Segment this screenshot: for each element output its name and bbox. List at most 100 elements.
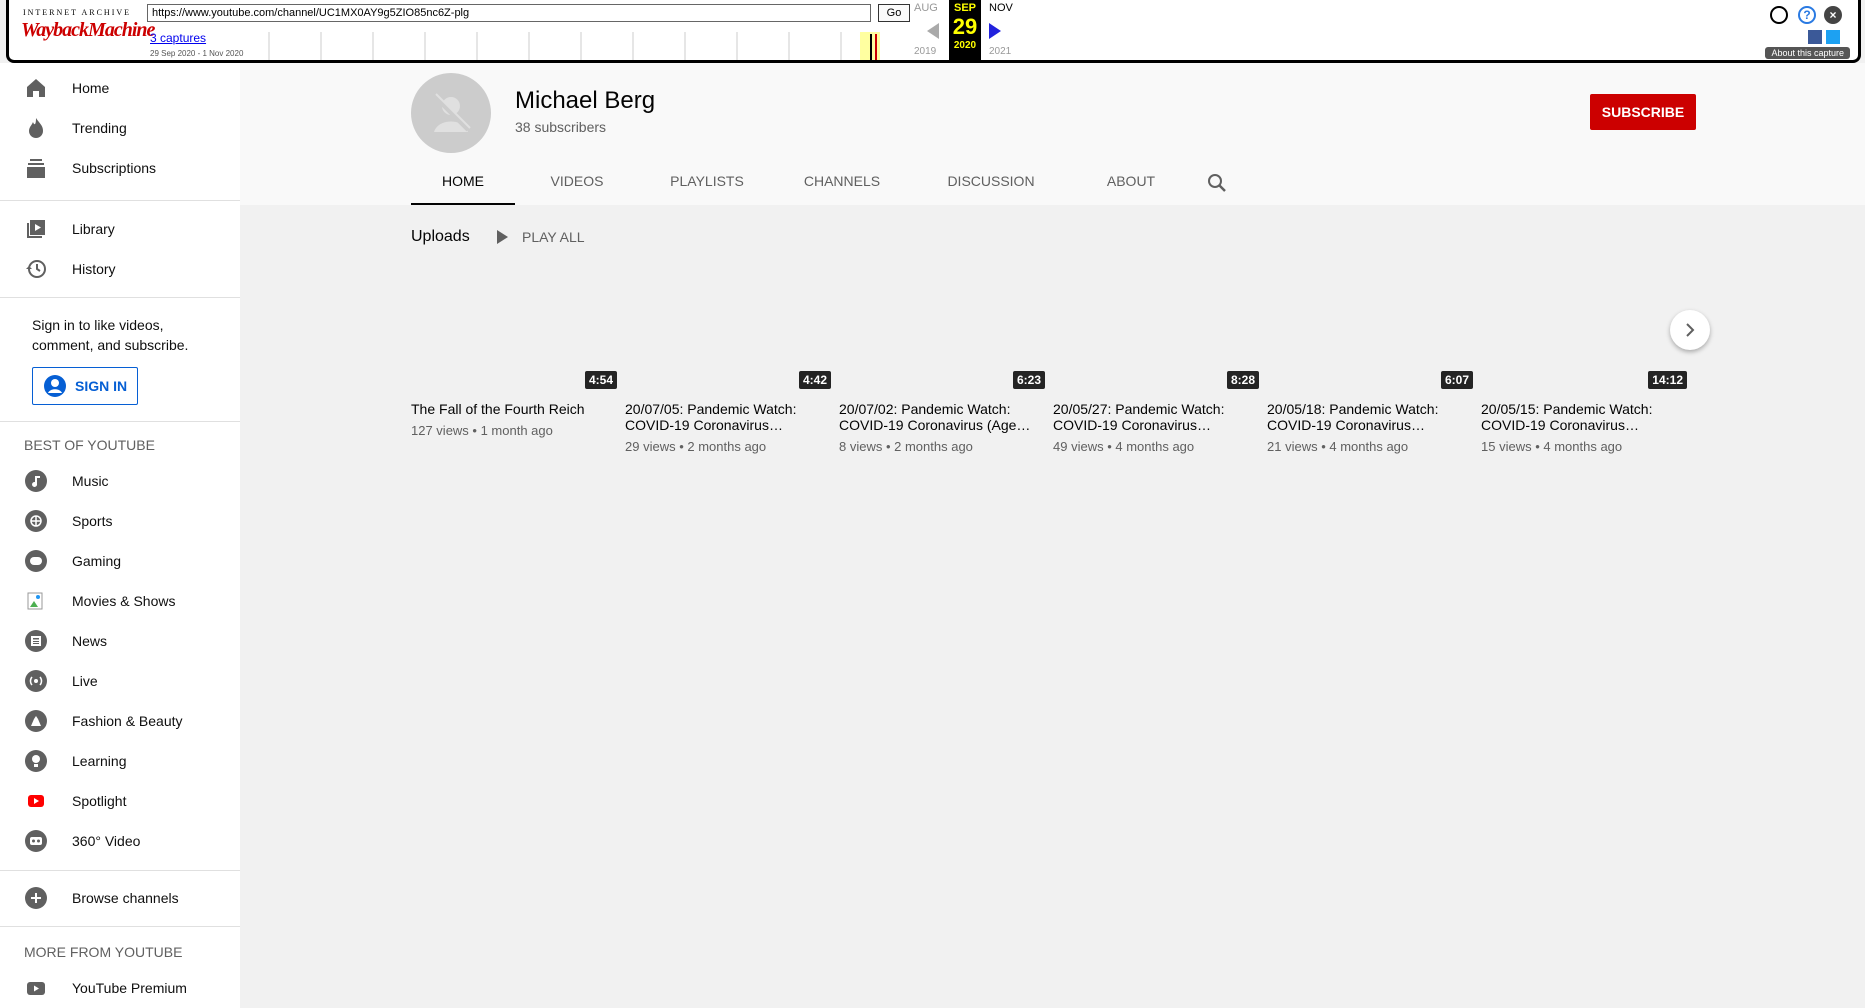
- play-all-button[interactable]: PLAY ALL: [497, 229, 585, 245]
- best-of-youtube-heading: BEST OF YOUTUBE: [24, 437, 155, 453]
- sidebar-item-library[interactable]: Library: [0, 209, 240, 249]
- shelf-next-button[interactable]: [1670, 310, 1710, 350]
- video-thumbnail[interactable]: 6:23: [839, 275, 1049, 393]
- tab-home[interactable]: HOME: [411, 165, 515, 205]
- video-thumbnail[interactable]: 4:54: [411, 275, 621, 393]
- sidebar-item-label: Live: [72, 673, 98, 689]
- sidebar-item-music[interactable]: Music: [0, 461, 240, 501]
- video-age: 4 months ago: [1115, 439, 1195, 454]
- wayback-next-year[interactable]: 2021: [989, 46, 1011, 57]
- tab-playlists[interactable]: PLAYLISTS: [658, 165, 756, 205]
- video-card[interactable]: 6:07 20/05/18: Pandemic Watch: COVID-19 …: [1267, 275, 1477, 454]
- uploads-heading[interactable]: Uploads: [411, 228, 470, 246]
- wayback-logo[interactable]: INTERNET ARCHIVE WaybackMachine: [21, 8, 155, 52]
- sidebar-item-browse-channels[interactable]: Browse channels: [0, 878, 240, 918]
- wayback-cur-month: SEP: [953, 2, 976, 14]
- subscriptions-icon: [24, 156, 48, 180]
- sidebar-item-news[interactable]: News: [0, 621, 240, 661]
- sidebar-item-label: Browse channels: [72, 890, 179, 906]
- sidebar-item-360-video[interactable]: 360° Video: [0, 821, 240, 861]
- sidebar-item-sports[interactable]: Sports: [0, 501, 240, 541]
- trending-icon: [24, 116, 48, 140]
- wayback-prev-month[interactable]: AUG: [914, 2, 938, 14]
- video-meta: 29 views • 2 months ago: [625, 439, 767, 454]
- play-icon: [497, 230, 508, 244]
- subscriber-count: 38 subscribers: [515, 119, 607, 135]
- video-title[interactable]: 20/05/27: Pandemic Watch: COVID-19 Coron…: [1053, 401, 1248, 433]
- video-card[interactable]: 4:54 The Fall of the Fourth Reich 127 vi…: [411, 275, 621, 438]
- video-title[interactable]: 20/05/15: Pandemic Watch: COVID-19 Coron…: [1481, 401, 1676, 433]
- video-thumbnail[interactable]: 6:07: [1267, 275, 1477, 393]
- sidebar-item-label: Fashion & Beauty: [72, 713, 183, 729]
- sidebar-item-youtube-premium[interactable]: YouTube Premium: [0, 968, 240, 1008]
- sidebar-item-learning[interactable]: Learning: [0, 741, 240, 781]
- sidebar-item-label: Subscriptions: [72, 160, 157, 176]
- video-duration: 6:23: [1012, 371, 1045, 389]
- tab-discussion[interactable]: DISCUSSION: [929, 165, 1053, 205]
- sidebar-item-trending[interactable]: Trending: [0, 108, 240, 148]
- avatar[interactable]: [411, 73, 491, 153]
- wayback-cur-year: 2020: [953, 40, 977, 51]
- sidebar-item-history[interactable]: History: [0, 249, 240, 289]
- video-title[interactable]: 20/05/18: Pandemic Watch: COVID-19 Coron…: [1267, 401, 1462, 433]
- vr-icon: [24, 829, 48, 853]
- wayback-captures-link[interactable]: 3 captures: [150, 31, 206, 45]
- sidebar-item-label: Learning: [72, 753, 127, 769]
- sidebar-item-home[interactable]: Home: [0, 68, 240, 108]
- video-title[interactable]: 20/07/05: Pandemic Watch: COVID-19 Coron…: [625, 401, 820, 433]
- video-thumbnail[interactable]: 14:12: [1481, 275, 1691, 393]
- video-card[interactable]: 8:28 20/05/27: Pandemic Watch: COVID-19 …: [1053, 275, 1263, 454]
- history-icon: [24, 257, 48, 281]
- video-card[interactable]: 6:23 20/07/02: Pandemic Watch: COVID-19 …: [839, 275, 1049, 454]
- news-icon: [24, 629, 48, 653]
- user-icon[interactable]: [1770, 6, 1788, 24]
- help-icon[interactable]: ?: [1798, 6, 1816, 24]
- subscribe-button[interactable]: SUBSCRIBE: [1590, 94, 1696, 130]
- channel-search-icon[interactable]: [1205, 171, 1229, 195]
- music-icon: [24, 469, 48, 493]
- wayback-url-input[interactable]: [147, 4, 871, 22]
- video-meta: 127 views • 1 month ago: [411, 423, 553, 438]
- sidebar-item-gaming[interactable]: Gaming: [0, 541, 240, 581]
- sidebar-item-live[interactable]: Live: [0, 661, 240, 701]
- about-capture-link[interactable]: About this capture: [1765, 47, 1850, 59]
- video-views: 21 views: [1267, 439, 1318, 454]
- sidebar-divider: [0, 926, 240, 927]
- wayback-prev-arrow-icon[interactable]: [927, 23, 939, 39]
- video-thumbnail[interactable]: 8:28: [1053, 275, 1263, 393]
- video-age: 1 month ago: [480, 423, 553, 438]
- sidebar-item-label: YouTube Premium: [72, 980, 187, 996]
- video-title[interactable]: 20/07/02: Pandemic Watch: COVID-19 Coron…: [839, 401, 1034, 433]
- tab-channels[interactable]: CHANNELS: [793, 165, 891, 205]
- video-title[interactable]: The Fall of the Fourth Reich: [411, 401, 606, 417]
- video-card[interactable]: 14:12 20/05/15: Pandemic Watch: COVID-19…: [1481, 275, 1691, 454]
- wayback-go-button[interactable]: Go: [878, 4, 910, 22]
- facebook-icon[interactable]: [1808, 30, 1822, 44]
- sidebar-item-movies-shows[interactable]: Movies & Shows: [0, 581, 240, 621]
- video-meta: 15 views • 4 months ago: [1481, 439, 1623, 454]
- sign-in-label: SIGN IN: [75, 378, 128, 394]
- sidebar-item-fashion-beauty[interactable]: Fashion & Beauty: [0, 701, 240, 741]
- wayback-next-month[interactable]: NOV: [989, 2, 1013, 14]
- tab-about[interactable]: ABOUT: [1088, 165, 1174, 205]
- sidebar-divider: [0, 870, 240, 871]
- sidebar-item-spotlight[interactable]: Spotlight: [0, 781, 240, 821]
- video-thumbnail[interactable]: 4:42: [625, 275, 835, 393]
- wayback-toolbar: INTERNET ARCHIVE WaybackMachine Go 3 cap…: [6, 0, 1861, 63]
- video-views: 29 views: [625, 439, 676, 454]
- tab-videos[interactable]: VIDEOS: [537, 165, 617, 205]
- video-card[interactable]: 4:42 20/07/05: Pandemic Watch: COVID-19 …: [625, 275, 835, 454]
- chevron-right-icon: [1686, 323, 1695, 337]
- fashion-icon: [24, 709, 48, 733]
- video-age: 4 months ago: [1329, 439, 1409, 454]
- sidebar-item-subscriptions[interactable]: Subscriptions: [0, 148, 240, 188]
- twitter-icon[interactable]: [1826, 30, 1840, 44]
- wayback-sparkline[interactable]: [264, 28, 894, 60]
- sign-in-button[interactable]: SIGN IN: [32, 367, 138, 405]
- video-duration: 14:12: [1648, 371, 1687, 389]
- video-views: 127 views: [411, 423, 469, 438]
- wayback-next-arrow-icon[interactable]: [989, 23, 1001, 39]
- wayback-prev-year[interactable]: 2019: [914, 46, 936, 57]
- close-icon[interactable]: ×: [1824, 6, 1842, 24]
- channel-header: Michael Berg 38 subscribers SUBSCRIBE HO…: [240, 63, 1865, 205]
